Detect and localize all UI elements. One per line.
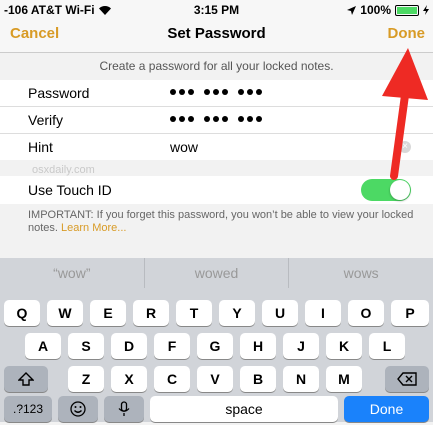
description-text: Create a password for all your locked no… bbox=[99, 59, 334, 73]
emoji-icon bbox=[70, 401, 86, 417]
password-dot bbox=[247, 89, 253, 95]
key-x[interactable]: X bbox=[111, 366, 147, 392]
navigation-bar: Cancel Set Password Done bbox=[0, 20, 433, 53]
backspace-icon bbox=[397, 372, 417, 386]
password-dot bbox=[222, 89, 228, 95]
numbers-key[interactable]: .?123 bbox=[4, 396, 52, 422]
important-note: IMPORTANT: If you forget this password, … bbox=[28, 209, 423, 235]
toggle-knob bbox=[390, 180, 410, 200]
password-dot bbox=[213, 116, 219, 122]
clear-icon[interactable]: × bbox=[399, 141, 411, 153]
microphone-icon bbox=[118, 401, 130, 416]
key-m[interactable]: M bbox=[326, 366, 362, 392]
hint-field[interactable]: wow bbox=[170, 139, 198, 155]
hint-label: Hint bbox=[28, 139, 53, 155]
password-dot bbox=[204, 116, 210, 122]
key-p[interactable]: P bbox=[391, 300, 429, 326]
hint-row[interactable]: Hint wow × bbox=[0, 134, 433, 160]
emoji-key[interactable] bbox=[58, 396, 98, 422]
suggestion-item[interactable]: wowed bbox=[143, 258, 289, 288]
delete-key[interactable] bbox=[385, 366, 429, 392]
password-dot bbox=[179, 89, 185, 95]
password-dot bbox=[256, 116, 262, 122]
password-dot bbox=[222, 116, 228, 122]
touch-id-row: Use Touch ID bbox=[0, 176, 433, 204]
key-d[interactable]: D bbox=[111, 333, 147, 359]
password-field[interactable] bbox=[170, 89, 262, 95]
suggestion-bar: “wow” wowed wows bbox=[0, 258, 433, 289]
shift-key[interactable] bbox=[4, 366, 48, 392]
key-o[interactable]: O bbox=[348, 300, 384, 326]
watermark: osxdaily.com bbox=[32, 164, 95, 176]
key-n[interactable]: N bbox=[283, 366, 319, 392]
key-v[interactable]: V bbox=[197, 366, 233, 392]
password-form: Password Verify Hint wow × bbox=[0, 80, 433, 160]
page-title: Set Password bbox=[167, 25, 266, 42]
key-s[interactable]: S bbox=[68, 333, 104, 359]
key-c[interactable]: C bbox=[154, 366, 190, 392]
key-u[interactable]: U bbox=[262, 300, 298, 326]
key-a[interactable]: A bbox=[25, 333, 61, 359]
shift-icon bbox=[17, 372, 35, 386]
keyboard: Q W E R T Y U I O P A S D F G H J K L Z … bbox=[0, 288, 433, 422]
status-bar: -106 AT&T Wi-Fi 3:15 PM 100% bbox=[0, 0, 433, 20]
password-row[interactable]: Password bbox=[0, 80, 433, 107]
key-l[interactable]: L bbox=[369, 333, 405, 359]
key-b[interactable]: B bbox=[240, 366, 276, 392]
password-dot bbox=[188, 116, 194, 122]
password-dot bbox=[238, 116, 244, 122]
key-i[interactable]: I bbox=[305, 300, 341, 326]
password-dot bbox=[256, 89, 262, 95]
password-dot bbox=[179, 116, 185, 122]
key-t[interactable]: T bbox=[176, 300, 212, 326]
password-dot bbox=[188, 89, 194, 95]
suggestion-item[interactable]: wows bbox=[288, 258, 433, 288]
key-f[interactable]: F bbox=[154, 333, 190, 359]
key-y[interactable]: Y bbox=[219, 300, 255, 326]
verify-label: Verify bbox=[28, 112, 64, 128]
learn-more-link[interactable]: Learn More... bbox=[61, 222, 126, 234]
password-dot bbox=[204, 89, 210, 95]
key-q[interactable]: Q bbox=[4, 300, 40, 326]
verify-field[interactable] bbox=[170, 116, 262, 122]
touch-id-label: Use Touch ID bbox=[28, 182, 112, 198]
password-dot bbox=[247, 116, 253, 122]
done-button[interactable]: Done bbox=[388, 25, 426, 42]
key-z[interactable]: Z bbox=[68, 366, 104, 392]
key-j[interactable]: J bbox=[283, 333, 319, 359]
dictation-key[interactable] bbox=[104, 396, 144, 422]
key-w[interactable]: W bbox=[47, 300, 83, 326]
password-label: Password bbox=[28, 85, 90, 101]
location-arrow-icon bbox=[347, 5, 357, 15]
key-e[interactable]: E bbox=[90, 300, 126, 326]
password-dot bbox=[238, 89, 244, 95]
key-r[interactable]: R bbox=[133, 300, 169, 326]
keyboard-done-key[interactable]: Done bbox=[344, 396, 429, 422]
password-dot bbox=[170, 116, 176, 122]
battery-icon bbox=[395, 4, 419, 16]
password-dot bbox=[213, 89, 219, 95]
touch-id-toggle[interactable] bbox=[361, 179, 411, 201]
suggestion-item[interactable]: “wow” bbox=[0, 258, 144, 288]
key-g[interactable]: G bbox=[197, 333, 233, 359]
charging-bolt-icon bbox=[423, 5, 429, 15]
key-k[interactable]: K bbox=[326, 333, 362, 359]
password-dot bbox=[170, 89, 176, 95]
battery-percent: 100% bbox=[360, 3, 391, 17]
space-key[interactable]: space bbox=[150, 396, 338, 422]
verify-row[interactable]: Verify bbox=[0, 107, 433, 134]
key-h[interactable]: H bbox=[240, 333, 276, 359]
